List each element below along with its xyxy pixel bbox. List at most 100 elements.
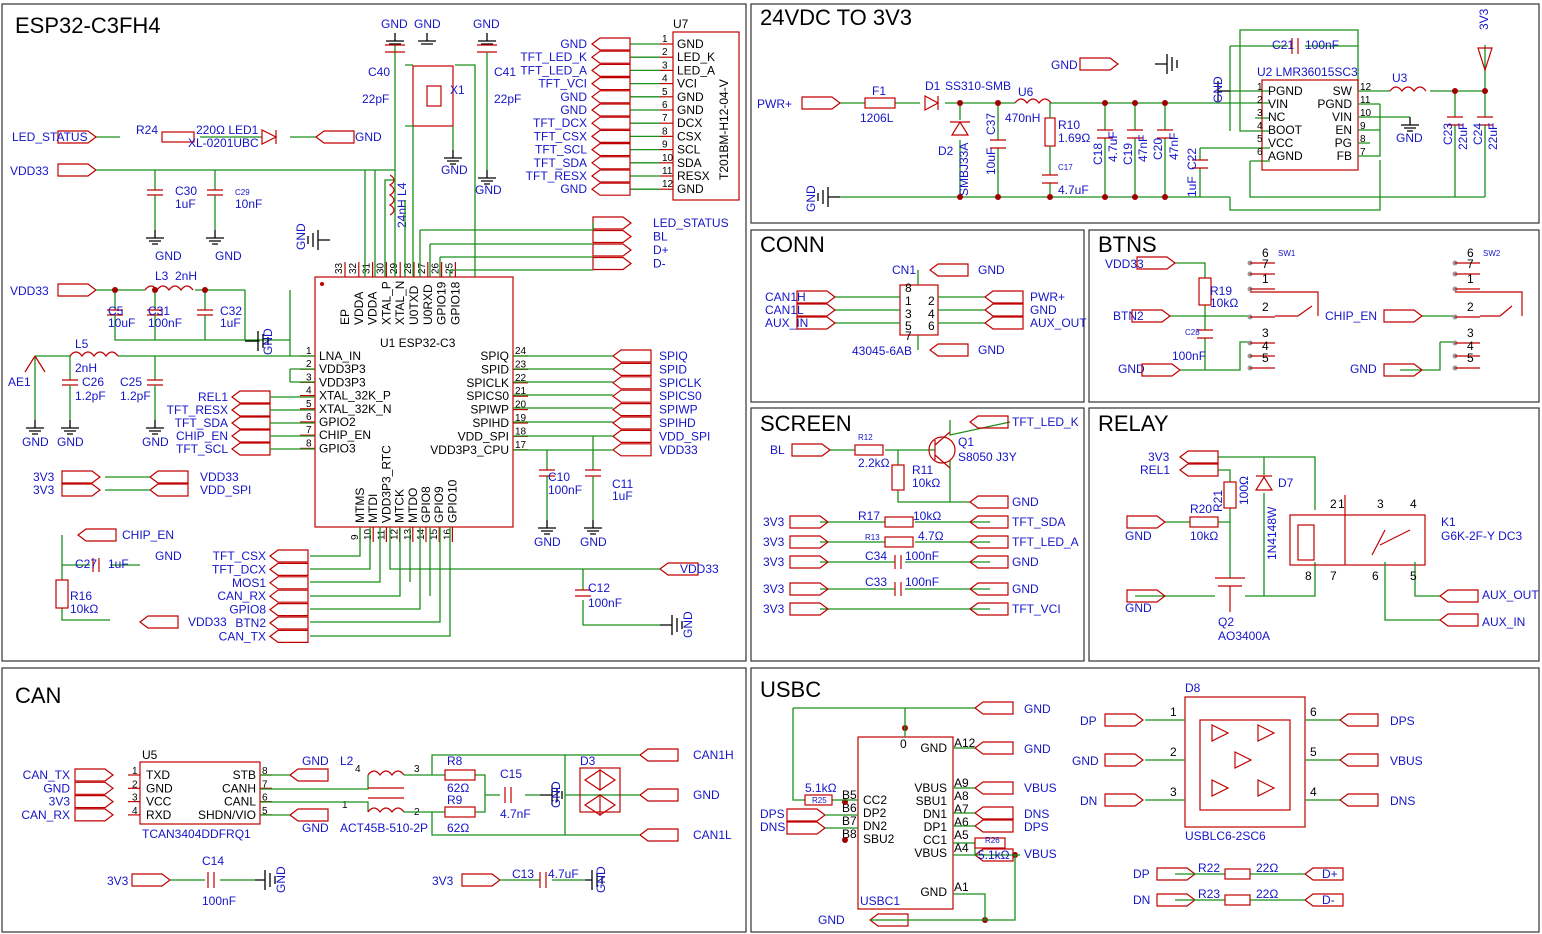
c10: C10 bbox=[548, 470, 570, 484]
u1-pin-name: MTCK bbox=[393, 489, 407, 523]
u2-pin-name: PGND bbox=[1268, 84, 1303, 98]
gnd-flag bbox=[1141, 363, 1181, 377]
u7-net: TFT_DCX bbox=[533, 116, 587, 130]
u1-ref: U1 ESP32-C3 bbox=[380, 336, 456, 350]
c30v: 1uF bbox=[175, 197, 196, 211]
r16v: 10kΩ bbox=[70, 602, 98, 616]
u5-net-flag bbox=[74, 808, 114, 822]
u1-pin-num: 8 bbox=[306, 438, 312, 449]
u1-right-net-flag bbox=[612, 389, 652, 403]
gnd-symbol bbox=[538, 520, 556, 535]
c13v: 4.7uF bbox=[548, 867, 579, 881]
u1-right-net-flag bbox=[612, 416, 652, 430]
rl-3v3: 3V3 bbox=[1148, 450, 1170, 464]
c14: C14 bbox=[202, 854, 224, 868]
u1-pin-name: VDDA bbox=[366, 292, 380, 325]
u7-pin-num: 1 bbox=[662, 34, 668, 45]
d8-pin-num: 1 bbox=[1170, 705, 1177, 719]
v3v3-out: 3V3 bbox=[1477, 8, 1491, 30]
d8-net-flag bbox=[1104, 753, 1144, 767]
q1: Q1 bbox=[958, 435, 974, 449]
u1-right-net: SPIHD bbox=[659, 416, 696, 430]
u1-pin-num: 10 bbox=[363, 528, 374, 540]
u2: U2 LMR36015SC3 bbox=[1257, 65, 1358, 79]
schematic-sheet: ESP32-C3FH4 24VDC TO 3V3 CONN BTNS SCREE… bbox=[1, 3, 1540, 933]
k1v: G6K-2F-Y DC3 bbox=[1441, 529, 1522, 543]
u1-pin-num: 7 bbox=[306, 425, 312, 436]
u1-right-net-flag bbox=[612, 376, 652, 390]
usbc-pin-num: A5 bbox=[954, 828, 969, 842]
d8-pin-num: 4 bbox=[1310, 785, 1317, 799]
section-title-usbc: USBC bbox=[760, 677, 821, 702]
c32-gnd: GND bbox=[261, 328, 275, 355]
d8-pin-num: 3 bbox=[1170, 785, 1177, 799]
u1-pin-num: 4 bbox=[306, 386, 312, 397]
c27v: 1uF bbox=[108, 557, 129, 571]
usbc-pin-name: CC1 bbox=[923, 833, 947, 847]
u7-net: TFT_LED_A bbox=[520, 63, 587, 77]
chip-en-flag bbox=[1383, 309, 1423, 323]
gnd-pwr2: GND bbox=[804, 185, 818, 212]
u1-right-net: SPICS0 bbox=[659, 389, 702, 403]
u7-pin-num: 3 bbox=[662, 60, 668, 71]
d8-net-flag bbox=[1104, 713, 1144, 727]
u1-left-net-flag bbox=[231, 442, 271, 456]
u5-pin-name: VCC bbox=[146, 795, 172, 809]
conn-section: CN1 43045-6AB GND GND 81 23 45 67CAN1HCAN1L… bbox=[765, 263, 1087, 358]
switch-pin-num: 3 bbox=[1467, 326, 1474, 340]
c37: C37 bbox=[984, 113, 998, 135]
vdd33-flag bbox=[57, 163, 97, 177]
u1-pin-name: LNA_IN bbox=[319, 349, 361, 363]
d8v: USBLC6-2SC6 bbox=[1185, 829, 1266, 843]
u7-net-flag bbox=[591, 50, 631, 64]
btn-gnd2: GND bbox=[1350, 362, 1377, 376]
can1h: CAN1H bbox=[693, 748, 734, 762]
c28: C28 bbox=[1185, 328, 1200, 337]
u1-top-net-flag bbox=[592, 216, 632, 230]
vdd33-label-1: VDD33 bbox=[10, 164, 49, 178]
r13v: 4.7Ω bbox=[918, 529, 944, 543]
u1-pin-num: 6 bbox=[306, 412, 312, 423]
cn1-pin-num: 6 bbox=[928, 319, 935, 333]
cn1-part: 43045-6AB bbox=[852, 344, 912, 358]
v3v3-1: 3V3 bbox=[33, 470, 55, 484]
switch-pin-num: 5 bbox=[1262, 351, 1269, 365]
switch-pin-num: 3 bbox=[1262, 326, 1269, 340]
gnd-symbol bbox=[444, 150, 462, 165]
u7-net-flag bbox=[591, 77, 631, 91]
usbc-zero: 0 bbox=[900, 737, 907, 751]
u7-net-flag bbox=[591, 156, 631, 170]
u1-pin-name: VDD3P3_CPU bbox=[430, 443, 509, 457]
u1-top-net-flag bbox=[592, 256, 632, 271]
usbc-pin-name: SBU1 bbox=[916, 794, 948, 808]
usbc-pin-name: DN2 bbox=[863, 819, 887, 833]
u1-left-net: CHIP_EN bbox=[176, 429, 228, 443]
u5-pin-num: 2 bbox=[132, 779, 138, 790]
u5: U5 bbox=[142, 748, 158, 762]
l2-pin-num: 4 bbox=[355, 764, 361, 775]
gnd-label: GND bbox=[57, 435, 84, 449]
chip-en-flag bbox=[77, 528, 117, 542]
u1-bottom-net: CAN_TX bbox=[219, 629, 266, 643]
vdd-spi-net: VDD_SPI bbox=[200, 483, 251, 497]
u7-net-flag bbox=[591, 37, 631, 51]
c30: C30 bbox=[175, 184, 197, 198]
pwr-flag bbox=[801, 96, 841, 110]
c14v: 100nF bbox=[202, 894, 236, 908]
vdd33-flag bbox=[149, 470, 189, 484]
u1-right-net-flag bbox=[612, 403, 652, 417]
sw2-chip-en: CHIP_EN bbox=[1325, 309, 1377, 323]
c13: C13 bbox=[512, 867, 534, 881]
usbc-pin-name: GND bbox=[920, 741, 947, 755]
u1-pin-name: VDDA bbox=[352, 292, 366, 325]
u1-pin-num: 13 bbox=[403, 528, 414, 540]
scr-tft-led-a: TFT_LED_A bbox=[1012, 535, 1079, 549]
rl-rel1: REL1 bbox=[1140, 463, 1170, 477]
d8-pin-num: 2 bbox=[1170, 745, 1177, 759]
u1-right-net: SPICLK bbox=[659, 376, 702, 390]
section-title-esp: ESP32-C3FH4 bbox=[15, 13, 161, 38]
u2-pin-name: PG bbox=[1335, 136, 1352, 150]
gnd-symbol bbox=[26, 420, 44, 435]
r17: R17 bbox=[858, 509, 880, 523]
u1-right-pins: 24SPIQ SPIQ23SPID SPID22SPICLK SPICLK21SPIC… bbox=[430, 346, 710, 457]
